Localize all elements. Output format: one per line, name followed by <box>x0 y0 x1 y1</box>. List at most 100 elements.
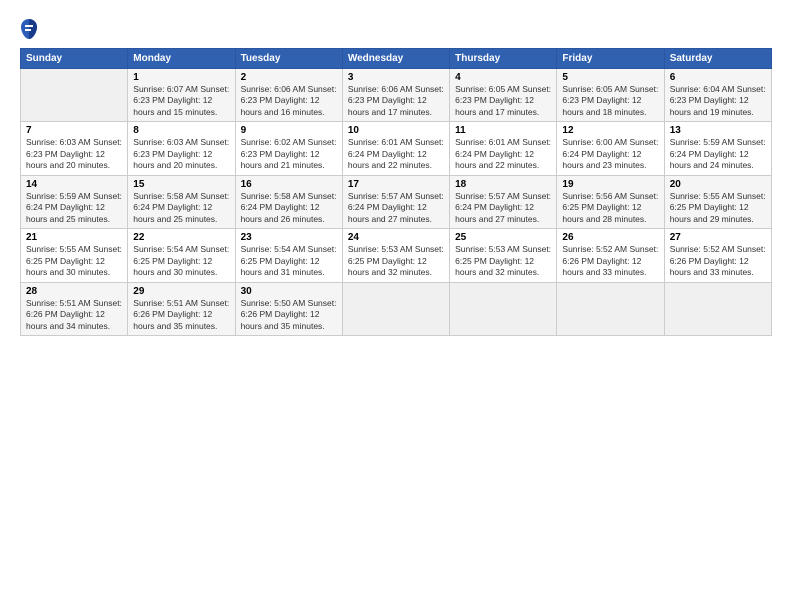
day-cell: 1Sunrise: 6:07 AM Sunset: 6:23 PM Daylig… <box>128 69 235 122</box>
day-number: 12 <box>562 125 658 136</box>
week-row: 7Sunrise: 6:03 AM Sunset: 6:23 PM Daylig… <box>21 122 772 175</box>
day-cell: 3Sunrise: 6:06 AM Sunset: 6:23 PM Daylig… <box>342 69 449 122</box>
day-number: 23 <box>241 232 337 243</box>
week-row: 28Sunrise: 5:51 AM Sunset: 6:26 PM Dayli… <box>21 282 772 335</box>
day-cell: 23Sunrise: 5:54 AM Sunset: 6:25 PM Dayli… <box>235 229 342 282</box>
day-number: 18 <box>455 179 551 190</box>
day-info: Sunrise: 6:02 AM Sunset: 6:23 PM Dayligh… <box>241 137 337 171</box>
day-info: Sunrise: 5:55 AM Sunset: 6:25 PM Dayligh… <box>26 244 122 278</box>
day-cell: 20Sunrise: 5:55 AM Sunset: 6:25 PM Dayli… <box>664 175 771 228</box>
day-info: Sunrise: 5:59 AM Sunset: 6:24 PM Dayligh… <box>26 191 122 225</box>
day-cell: 25Sunrise: 5:53 AM Sunset: 6:25 PM Dayli… <box>450 229 557 282</box>
day-info: Sunrise: 5:55 AM Sunset: 6:25 PM Dayligh… <box>670 191 766 225</box>
day-number: 3 <box>348 72 444 83</box>
day-header: Monday <box>128 49 235 69</box>
day-cell: 18Sunrise: 5:57 AM Sunset: 6:24 PM Dayli… <box>450 175 557 228</box>
day-number: 29 <box>133 286 229 297</box>
day-info: Sunrise: 5:58 AM Sunset: 6:24 PM Dayligh… <box>133 191 229 225</box>
day-info: Sunrise: 5:53 AM Sunset: 6:25 PM Dayligh… <box>348 244 444 278</box>
day-cell: 24Sunrise: 5:53 AM Sunset: 6:25 PM Dayli… <box>342 229 449 282</box>
day-cell: 6Sunrise: 6:04 AM Sunset: 6:23 PM Daylig… <box>664 69 771 122</box>
day-info: Sunrise: 5:56 AM Sunset: 6:25 PM Dayligh… <box>562 191 658 225</box>
day-number: 11 <box>455 125 551 136</box>
week-row: 1Sunrise: 6:07 AM Sunset: 6:23 PM Daylig… <box>21 69 772 122</box>
day-cell: 11Sunrise: 6:01 AM Sunset: 6:24 PM Dayli… <box>450 122 557 175</box>
day-info: Sunrise: 6:05 AM Sunset: 6:23 PM Dayligh… <box>562 84 658 118</box>
day-info: Sunrise: 6:03 AM Sunset: 6:23 PM Dayligh… <box>26 137 122 171</box>
day-info: Sunrise: 5:54 AM Sunset: 6:25 PM Dayligh… <box>133 244 229 278</box>
day-number: 1 <box>133 72 229 83</box>
day-info: Sunrise: 5:57 AM Sunset: 6:24 PM Dayligh… <box>348 191 444 225</box>
day-cell: 4Sunrise: 6:05 AM Sunset: 6:23 PM Daylig… <box>450 69 557 122</box>
day-cell: 13Sunrise: 5:59 AM Sunset: 6:24 PM Dayli… <box>664 122 771 175</box>
day-number: 22 <box>133 232 229 243</box>
day-number: 7 <box>26 125 122 136</box>
day-info: Sunrise: 5:51 AM Sunset: 6:26 PM Dayligh… <box>133 298 229 332</box>
day-number: 16 <box>241 179 337 190</box>
day-number: 10 <box>348 125 444 136</box>
logo <box>20 18 42 40</box>
day-cell <box>557 282 664 335</box>
day-cell: 15Sunrise: 5:58 AM Sunset: 6:24 PM Dayli… <box>128 175 235 228</box>
day-number: 13 <box>670 125 766 136</box>
day-number: 28 <box>26 286 122 297</box>
header-row: SundayMondayTuesdayWednesdayThursdayFrid… <box>21 49 772 69</box>
day-cell: 5Sunrise: 6:05 AM Sunset: 6:23 PM Daylig… <box>557 69 664 122</box>
day-cell <box>21 69 128 122</box>
day-info: Sunrise: 5:57 AM Sunset: 6:24 PM Dayligh… <box>455 191 551 225</box>
day-number: 5 <box>562 72 658 83</box>
day-number: 15 <box>133 179 229 190</box>
day-info: Sunrise: 5:51 AM Sunset: 6:26 PM Dayligh… <box>26 298 122 332</box>
day-cell: 17Sunrise: 5:57 AM Sunset: 6:24 PM Dayli… <box>342 175 449 228</box>
day-number: 17 <box>348 179 444 190</box>
day-cell: 26Sunrise: 5:52 AM Sunset: 6:26 PM Dayli… <box>557 229 664 282</box>
day-number: 2 <box>241 72 337 83</box>
day-number: 9 <box>241 125 337 136</box>
day-number: 27 <box>670 232 766 243</box>
day-number: 6 <box>670 72 766 83</box>
day-info: Sunrise: 5:52 AM Sunset: 6:26 PM Dayligh… <box>670 244 766 278</box>
day-cell: 2Sunrise: 6:06 AM Sunset: 6:23 PM Daylig… <box>235 69 342 122</box>
day-info: Sunrise: 6:01 AM Sunset: 6:24 PM Dayligh… <box>455 137 551 171</box>
day-cell: 12Sunrise: 6:00 AM Sunset: 6:24 PM Dayli… <box>557 122 664 175</box>
day-number: 30 <box>241 286 337 297</box>
day-cell <box>664 282 771 335</box>
day-cell: 7Sunrise: 6:03 AM Sunset: 6:23 PM Daylig… <box>21 122 128 175</box>
page: SundayMondayTuesdayWednesdayThursdayFrid… <box>0 0 792 612</box>
day-info: Sunrise: 5:52 AM Sunset: 6:26 PM Dayligh… <box>562 244 658 278</box>
week-row: 21Sunrise: 5:55 AM Sunset: 6:25 PM Dayli… <box>21 229 772 282</box>
day-cell: 16Sunrise: 5:58 AM Sunset: 6:24 PM Dayli… <box>235 175 342 228</box>
day-info: Sunrise: 5:54 AM Sunset: 6:25 PM Dayligh… <box>241 244 337 278</box>
day-cell: 30Sunrise: 5:50 AM Sunset: 6:26 PM Dayli… <box>235 282 342 335</box>
day-cell <box>342 282 449 335</box>
day-number: 4 <box>455 72 551 83</box>
day-header: Saturday <box>664 49 771 69</box>
day-info: Sunrise: 6:06 AM Sunset: 6:23 PM Dayligh… <box>348 84 444 118</box>
day-info: Sunrise: 5:59 AM Sunset: 6:24 PM Dayligh… <box>670 137 766 171</box>
week-row: 14Sunrise: 5:59 AM Sunset: 6:24 PM Dayli… <box>21 175 772 228</box>
day-cell: 27Sunrise: 5:52 AM Sunset: 6:26 PM Dayli… <box>664 229 771 282</box>
day-cell: 10Sunrise: 6:01 AM Sunset: 6:24 PM Dayli… <box>342 122 449 175</box>
day-cell: 14Sunrise: 5:59 AM Sunset: 6:24 PM Dayli… <box>21 175 128 228</box>
day-info: Sunrise: 6:03 AM Sunset: 6:23 PM Dayligh… <box>133 137 229 171</box>
day-number: 24 <box>348 232 444 243</box>
day-cell: 22Sunrise: 5:54 AM Sunset: 6:25 PM Dayli… <box>128 229 235 282</box>
day-info: Sunrise: 6:06 AM Sunset: 6:23 PM Dayligh… <box>241 84 337 118</box>
day-header: Thursday <box>450 49 557 69</box>
day-header: Tuesday <box>235 49 342 69</box>
day-info: Sunrise: 5:50 AM Sunset: 6:26 PM Dayligh… <box>241 298 337 332</box>
day-cell: 21Sunrise: 5:55 AM Sunset: 6:25 PM Dayli… <box>21 229 128 282</box>
day-info: Sunrise: 6:00 AM Sunset: 6:24 PM Dayligh… <box>562 137 658 171</box>
calendar-table: SundayMondayTuesdayWednesdayThursdayFrid… <box>20 48 772 336</box>
day-cell: 19Sunrise: 5:56 AM Sunset: 6:25 PM Dayli… <box>557 175 664 228</box>
day-number: 8 <box>133 125 229 136</box>
day-cell: 29Sunrise: 5:51 AM Sunset: 6:26 PM Dayli… <box>128 282 235 335</box>
day-info: Sunrise: 5:53 AM Sunset: 6:25 PM Dayligh… <box>455 244 551 278</box>
day-number: 21 <box>26 232 122 243</box>
day-info: Sunrise: 6:07 AM Sunset: 6:23 PM Dayligh… <box>133 84 229 118</box>
day-number: 25 <box>455 232 551 243</box>
day-info: Sunrise: 6:01 AM Sunset: 6:24 PM Dayligh… <box>348 137 444 171</box>
day-number: 20 <box>670 179 766 190</box>
day-header: Wednesday <box>342 49 449 69</box>
logo-icon <box>20 18 38 40</box>
